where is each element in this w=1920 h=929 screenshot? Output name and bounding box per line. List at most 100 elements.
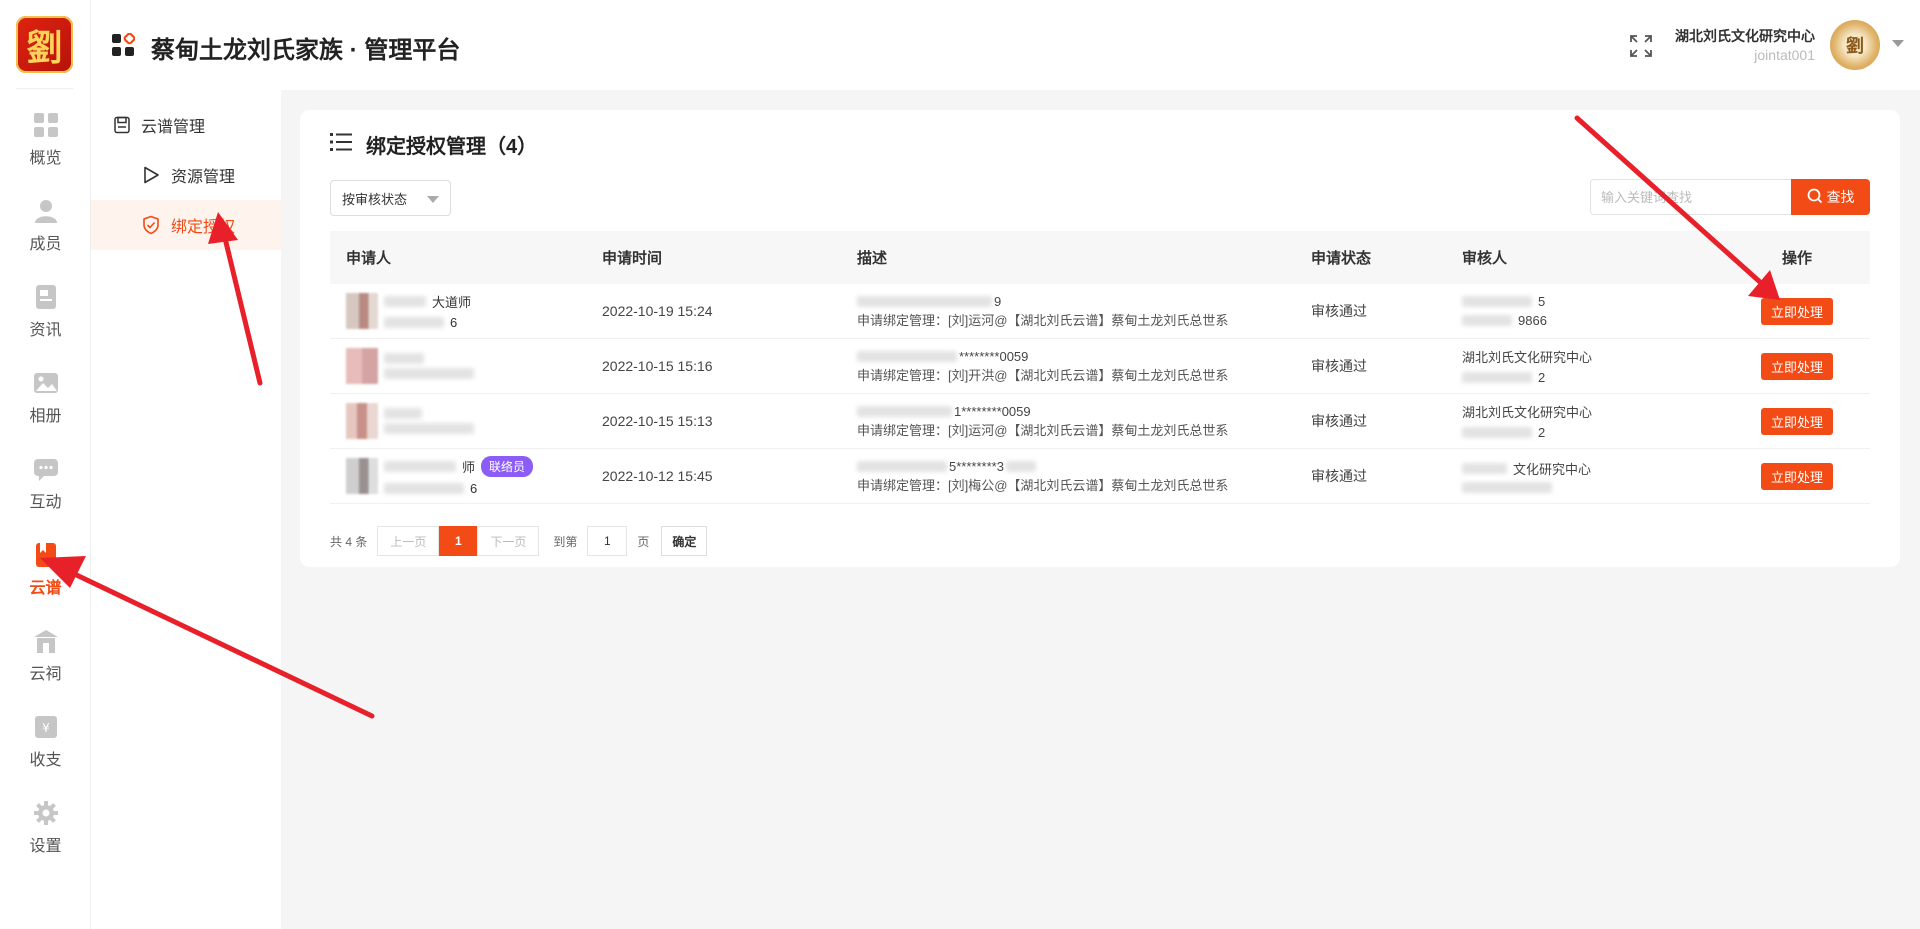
prev-page-button[interactable]: 上一页 bbox=[377, 526, 440, 556]
rail-item-interact[interactable]: 互动 bbox=[0, 456, 91, 526]
reviewer-bottom: 2 bbox=[1462, 370, 1724, 385]
book-icon bbox=[33, 542, 59, 568]
desc-top-text: ********0059 bbox=[959, 348, 1029, 364]
blurred-text bbox=[384, 368, 474, 379]
apply-time: 2022-10-19 15:24 bbox=[602, 303, 713, 319]
photo-icon bbox=[33, 370, 59, 396]
applicant-id-tail: 6 bbox=[450, 315, 458, 330]
desc-text: 申请绑定管理：[刘]运河@【湖北刘氏云谱】蔡甸土龙刘氏总世系 bbox=[857, 422, 1229, 438]
blurred-text bbox=[857, 296, 992, 307]
page-title: 蔡甸土龙刘氏家族 · 管理平台 bbox=[151, 37, 461, 64]
apply-status: 审核通过 bbox=[1311, 358, 1367, 374]
applicant-name-row: 师联络员 bbox=[384, 456, 534, 477]
header-operation: 操作 bbox=[1781, 250, 1812, 267]
reviewer-top: 5 bbox=[1462, 294, 1724, 309]
applicant-id-tail: 6 bbox=[470, 481, 478, 496]
applicant-avatar bbox=[346, 403, 378, 439]
rail-label: 云祠 bbox=[29, 666, 62, 683]
description-cell: 9 申请绑定管理：[刘]运河@【湖北刘氏云谱】蔡甸土龙刘氏总世系 bbox=[857, 294, 1311, 329]
subnav-item-resources[interactable]: 资源管理 bbox=[91, 150, 281, 200]
search-icon bbox=[1807, 188, 1827, 207]
header-status: 申请状态 bbox=[1311, 250, 1372, 267]
reviewer-top-text: 5 bbox=[1538, 294, 1546, 309]
applicant-id-row bbox=[384, 368, 480, 379]
rail-item-news[interactable]: 资讯 bbox=[0, 284, 91, 354]
next-page-button[interactable]: 下一页 bbox=[477, 526, 540, 556]
chat-icon bbox=[33, 456, 59, 482]
search-input[interactable] bbox=[1590, 179, 1792, 215]
rail-label: 相册 bbox=[29, 408, 62, 425]
description-cell: 5********3 申请绑定管理：[刘]梅公@【湖北刘氏云谱】蔡甸土龙刘氏总世… bbox=[857, 459, 1311, 494]
subnav-group-cloud-pedigree[interactable]: 云谱管理 bbox=[113, 110, 205, 140]
temple-icon bbox=[33, 628, 59, 654]
reviewer-bottom-text: 9866 bbox=[1518, 313, 1547, 328]
operation-cell: 立即处理 bbox=[1724, 297, 1870, 325]
rail-label: 设置 bbox=[29, 838, 62, 855]
blurred-text bbox=[384, 423, 474, 434]
process-now-button[interactable]: 立即处理 bbox=[1760, 297, 1833, 325]
page-number-input[interactable] bbox=[587, 526, 628, 556]
rail-item-overview[interactable]: 概览 bbox=[0, 112, 91, 182]
avatar-char: 劉 bbox=[1846, 36, 1864, 57]
subnav-item-binding[interactable]: 绑定授权 bbox=[91, 200, 281, 250]
process-now-button[interactable]: 立即处理 bbox=[1760, 407, 1833, 435]
applicant-avatar bbox=[346, 293, 378, 329]
rail-divider bbox=[16, 88, 73, 89]
blurred-text bbox=[384, 296, 426, 307]
blurred-text bbox=[857, 461, 947, 472]
desc-top-text: 9 bbox=[994, 293, 1002, 309]
apply-status: 审核通过 bbox=[1311, 468, 1367, 484]
apply-status: 审核通过 bbox=[1311, 303, 1367, 319]
process-now-button[interactable]: 立即处理 bbox=[1760, 352, 1833, 380]
blurred-text bbox=[1462, 463, 1507, 474]
list-icon bbox=[330, 132, 352, 152]
rail-item-settings[interactable]: 设置 bbox=[0, 800, 91, 870]
applicant-cell bbox=[330, 403, 602, 439]
org-name: 湖北刘氏文化研究中心 bbox=[1675, 28, 1815, 44]
apply-time: 2022-10-15 15:16 bbox=[602, 358, 713, 374]
confirm-page-button[interactable]: 确定 bbox=[661, 526, 708, 556]
blurred-text bbox=[384, 317, 444, 328]
applicant-info bbox=[384, 408, 480, 434]
applicant-avatar bbox=[346, 458, 378, 494]
rail-item-cloud-temple[interactable]: 云祠 bbox=[0, 628, 91, 698]
table-row: 师联络员 6 2022-10-12 15:45 5********3 申请绑定管… bbox=[330, 449, 1870, 504]
desc-top-text: 1********0059 bbox=[954, 403, 1031, 419]
total-count: 共 4 条 bbox=[330, 534, 368, 549]
top-header: 蔡甸土龙刘氏家族 · 管理平台 湖北刘氏文化研究中心 jointat001 劉 bbox=[91, 0, 1920, 90]
desc-top: 9 bbox=[857, 294, 1311, 310]
current-page-button[interactable]: 1 bbox=[439, 526, 478, 556]
blurred-text bbox=[1005, 461, 1036, 472]
reviewer-top-text: 湖北刘氏文化研究中心 bbox=[1462, 350, 1593, 365]
avatar[interactable]: 劉 bbox=[1830, 20, 1880, 70]
rail-item-album[interactable]: 相册 bbox=[0, 370, 91, 440]
blurred-text bbox=[1462, 427, 1532, 438]
rail-label: 云谱 bbox=[29, 580, 62, 597]
applicant-cell: 师联络员 6 bbox=[330, 456, 602, 496]
chevron-down-icon[interactable] bbox=[1892, 40, 1904, 47]
reviewer-bottom-text: 2 bbox=[1538, 425, 1546, 440]
blurred-text bbox=[384, 408, 422, 419]
desc-top: 1********0059 bbox=[857, 404, 1311, 420]
brand-logo[interactable]: 劉 bbox=[16, 16, 73, 73]
header-reviewer: 审核人 bbox=[1462, 250, 1508, 267]
status-filter-select[interactable]: 按审核状态 bbox=[330, 180, 451, 216]
blurred-text bbox=[1462, 296, 1532, 307]
fullscreen-icon[interactable] bbox=[1629, 34, 1653, 58]
applicant-cell bbox=[330, 348, 602, 384]
blurred-text bbox=[384, 353, 424, 364]
process-now-button[interactable]: 立即处理 bbox=[1760, 462, 1833, 490]
rail-item-cloud-pedigree[interactable]: 云谱 bbox=[0, 542, 91, 612]
blurred-text bbox=[1462, 372, 1532, 383]
applicant-id-row: 6 bbox=[384, 315, 471, 330]
binding-table: 申请人 申请时间 描述 申请状态 审核人 操作 大道师 6 2022-10-19… bbox=[330, 231, 1870, 504]
applicant-cell: 大道师 6 bbox=[330, 292, 602, 330]
rail-item-finance[interactable]: ¥ 收支 bbox=[0, 714, 91, 784]
grid-icon bbox=[33, 112, 59, 138]
card-title: 绑定授权管理（4） bbox=[366, 136, 538, 158]
search-button[interactable]: 查找 bbox=[1791, 179, 1870, 215]
rail-item-members[interactable]: 成员 bbox=[0, 198, 91, 268]
left-rail: 劉 概览 成员 资讯 相册 互动 云谱 云祠 ¥ 收支 设置 bbox=[0, 0, 91, 929]
svg-text:¥: ¥ bbox=[42, 721, 50, 735]
rail-label: 概览 bbox=[29, 150, 62, 167]
